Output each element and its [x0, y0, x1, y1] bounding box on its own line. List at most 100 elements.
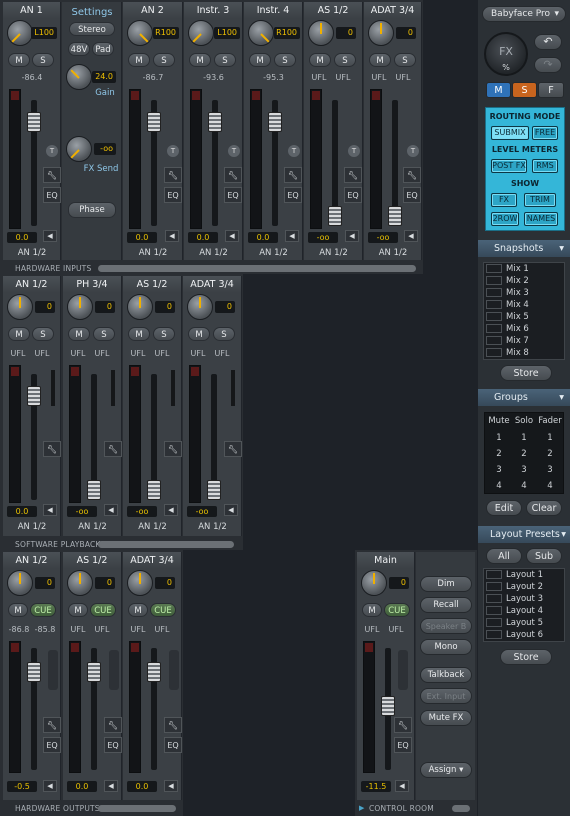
mute-button[interactable]: M — [188, 327, 210, 341]
settings-wrench-icon[interactable]: 🔧︎ — [43, 167, 61, 183]
mute-button[interactable]: M — [8, 603, 28, 617]
eq-button[interactable]: EQ — [43, 737, 61, 753]
fader-handle[interactable] — [147, 112, 161, 132]
layout-item[interactable]: Layout 2 — [486, 582, 543, 593]
snapshot-item[interactable]: Mix 8 — [486, 348, 529, 359]
group-cell[interactable]: 3 — [537, 465, 563, 476]
settings-wrench-icon[interactable]: 🔧︎ — [224, 167, 242, 183]
fader-handle[interactable] — [381, 696, 395, 716]
fader-handle[interactable] — [27, 112, 41, 132]
layout-sub-button[interactable]: Sub — [526, 548, 562, 564]
fader-handle[interactable] — [208, 112, 222, 132]
pan-knob[interactable] — [67, 570, 93, 596]
channel-name[interactable]: ADAT 3/4 — [364, 2, 421, 19]
submix-button[interactable]: SUBMIX — [491, 126, 529, 140]
recall-button[interactable]: Recall — [420, 597, 472, 613]
pan-knob[interactable] — [308, 20, 334, 46]
channel-name[interactable]: Main — [357, 552, 414, 569]
fader-handle[interactable] — [207, 480, 221, 500]
show-fx-button[interactable]: FX — [491, 193, 517, 207]
settings-wrench-icon[interactable]: 🔧︎ — [164, 167, 182, 183]
snapshot-store-button[interactable]: Store — [500, 365, 552, 381]
solo-button[interactable]: S — [394, 53, 416, 67]
phase-button[interactable]: Phase — [68, 202, 116, 218]
settings-wrench-icon[interactable]: 🔧︎ — [104, 441, 122, 457]
mute-button[interactable]: M — [362, 603, 382, 617]
eq-button[interactable]: EQ — [104, 737, 122, 753]
collapse-arrow-icon[interactable]: ◀ — [164, 780, 178, 792]
scrollbar[interactable] — [98, 265, 416, 272]
fader-handle[interactable] — [388, 206, 402, 226]
snapshot-item[interactable]: Mix 5 — [486, 312, 529, 323]
solo-button[interactable]: S — [274, 53, 296, 67]
channel-name[interactable]: Instr. 4 — [244, 2, 302, 19]
pan-knob[interactable] — [7, 570, 33, 596]
pan-knob[interactable] — [7, 294, 33, 320]
trim-icon[interactable]: T — [167, 145, 179, 157]
snapshot-checkbox[interactable] — [486, 348, 502, 357]
pan-knob[interactable] — [368, 20, 394, 46]
group-cell[interactable]: 1 — [487, 433, 511, 444]
show-2row-button[interactable]: 2ROW — [491, 212, 519, 226]
settings-wrench-icon[interactable]: 🔧︎ — [344, 167, 362, 183]
fader-handle[interactable] — [268, 112, 282, 132]
settings-wrench-icon[interactable]: 🔧︎ — [164, 441, 182, 457]
fader-handle[interactable] — [328, 206, 342, 226]
collapse-arrow-icon[interactable]: ◀ — [224, 504, 238, 516]
channel-name[interactable]: ADAT 3/4 — [123, 552, 181, 569]
eq-button[interactable]: EQ — [224, 187, 242, 203]
trim-icon[interactable]: T — [228, 145, 240, 157]
collapse-arrow-icon[interactable]: ◀ — [395, 780, 409, 792]
fx-knob[interactable]: FX % — [484, 32, 528, 76]
group-cell[interactable]: 3 — [487, 465, 511, 476]
routing-label[interactable]: AN 1/2 — [244, 248, 303, 258]
mute-button[interactable]: M — [189, 53, 211, 67]
pan-knob[interactable] — [127, 20, 153, 46]
channel-name[interactable]: AS 1/2 — [304, 2, 362, 19]
settings-wrench-icon[interactable]: 🔧︎ — [164, 717, 182, 733]
gain-knob[interactable] — [66, 64, 92, 90]
eq-button[interactable]: EQ — [284, 187, 302, 203]
speaker-b-button[interactable]: Speaker B — [420, 618, 472, 634]
mode-s-button[interactable]: S — [512, 82, 537, 98]
solo-button[interactable]: S — [213, 327, 235, 341]
mute-button[interactable]: M — [309, 53, 331, 67]
trim-icon[interactable]: T — [288, 145, 300, 157]
layout-item[interactable]: Layout 3 — [486, 594, 543, 605]
mute-button[interactable]: M — [8, 327, 30, 341]
snapshot-item[interactable]: Mix 1 — [486, 264, 529, 275]
settings-wrench-icon[interactable]: 🔧︎ — [284, 167, 302, 183]
mute-button[interactable]: M — [68, 327, 90, 341]
layout-checkbox[interactable] — [486, 582, 502, 591]
fx-send-knob[interactable] — [66, 136, 92, 162]
trim-icon[interactable]: T — [46, 145, 58, 157]
scrollbar[interactable] — [98, 805, 176, 812]
trim-icon[interactable]: T — [348, 145, 360, 157]
routing-label[interactable]: AN 1/2 — [183, 522, 242, 532]
settings-wrench-icon[interactable]: 🔧︎ — [43, 441, 61, 457]
group-cell[interactable]: 1 — [537, 433, 563, 444]
groups-header[interactable]: Groups ▾ — [478, 389, 570, 406]
layout-item[interactable]: Layout 5 — [486, 618, 543, 629]
collapse-arrow-icon[interactable]: ◀ — [225, 230, 239, 242]
group-cell[interactable]: 2 — [487, 449, 511, 460]
scrollbar[interactable] — [452, 805, 470, 812]
eq-button[interactable]: EQ — [344, 187, 362, 203]
rms-button[interactable]: RMS — [532, 159, 558, 173]
fader-handle[interactable] — [27, 662, 41, 682]
collapse-arrow-icon[interactable]: ◀ — [43, 230, 57, 242]
pan-knob[interactable] — [248, 20, 274, 46]
cue-button[interactable]: CUE — [384, 603, 410, 617]
layout-checkbox[interactable] — [486, 630, 502, 639]
layout-all-button[interactable]: All — [486, 548, 522, 564]
eq-button[interactable]: EQ — [43, 187, 61, 203]
snapshot-checkbox[interactable] — [486, 288, 502, 297]
mute-fx-button[interactable]: Mute FX — [420, 710, 472, 726]
snapshots-header[interactable]: Snapshots ▾ — [478, 240, 570, 257]
assign-button[interactable]: Assign ▾ — [420, 762, 472, 778]
pan-knob[interactable] — [67, 294, 93, 320]
layout-store-button[interactable]: Store — [500, 649, 552, 665]
pan-knob[interactable] — [188, 20, 214, 46]
eq-button[interactable]: EQ — [394, 737, 412, 753]
collapse-arrow-icon[interactable]: ◀ — [43, 504, 57, 516]
